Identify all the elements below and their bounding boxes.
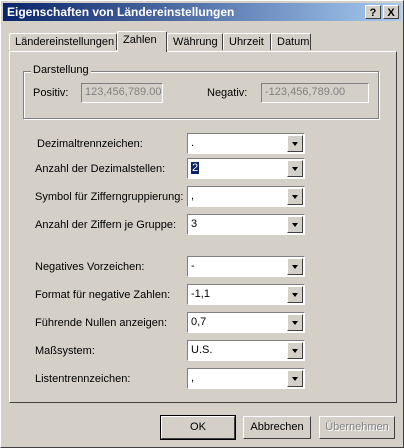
tab-zahlen[interactable]: Zahlen — [117, 31, 167, 52]
chevron-down-icon[interactable] — [287, 342, 303, 359]
negative-number-format-value: -1,1 — [191, 288, 210, 300]
tab-uhrzeit[interactable]: Uhrzeit — [223, 33, 271, 50]
setting-label-measurement-system: Maßsystem: — [35, 345, 95, 357]
setting-label-negative-number-format: Format für negative Zahlen: — [35, 289, 171, 301]
chevron-down-icon[interactable] — [287, 286, 303, 303]
cancel-button[interactable]: Abbrechen — [243, 416, 311, 439]
digits-per-group-value: 3 — [191, 218, 198, 230]
apply-button[interactable]: Übernehmen — [319, 416, 395, 439]
positive-preview-field: 123,456,789.00 — [81, 83, 163, 103]
tab-datum[interactable]: Datum — [271, 33, 311, 50]
negative-preview-field: -123,456,789.00 — [261, 83, 369, 103]
setting-label-decimal-places: Anzahl der Dezimalstellen: — [35, 163, 166, 175]
list-separator-select[interactable]: , — [187, 368, 305, 389]
digits-per-group-select[interactable]: 3 — [187, 214, 305, 235]
preview-legend: Darstellung — [31, 64, 91, 76]
decimal-separator-value: . — [191, 137, 195, 149]
chevron-down-icon[interactable] — [287, 216, 303, 233]
negative-sign-value: - — [191, 260, 195, 272]
setting-label-decimal-separator: Dezimaltrennzeichen: — [37, 138, 143, 150]
chevron-down-icon[interactable] — [287, 258, 303, 275]
setting-label-digit-grouping-symbol: Symbol für Zifferngruppierung: — [35, 191, 184, 203]
leading-zeros-value: 0,7 — [191, 316, 207, 328]
measurement-system-value: U.S. — [191, 344, 213, 356]
positive-label: Positiv: — [33, 87, 69, 99]
setting-label-leading-zeros: Führende Nullen anzeigen: — [35, 317, 168, 329]
help-button[interactable]: ? — [365, 5, 381, 19]
leading-zeros-select[interactable]: 0,7 — [187, 312, 305, 333]
dialog-window: Eigenschaften von Ländereinstellungen ? … — [0, 0, 404, 448]
setting-label-list-separator: Listentrennzeichen: — [35, 373, 131, 385]
negative-number-format-select[interactable]: -1,1 — [187, 284, 305, 305]
ok-button[interactable]: OK — [160, 415, 236, 440]
tab-laendereinstellungen[interactable]: Ländereinstellungen — [9, 33, 117, 50]
close-button[interactable]: X — [383, 5, 399, 19]
window-title: Eigenschaften von Ländereinstellungen — [7, 5, 235, 19]
setting-label-negative-sign: Negatives Vorzeichen: — [35, 261, 145, 273]
negative-label: Negativ: — [207, 87, 248, 99]
negative-sign-select[interactable]: - — [187, 256, 305, 277]
decimal-places-select[interactable]: 2 — [187, 158, 305, 179]
chevron-down-icon[interactable] — [287, 314, 303, 331]
decimal-places-value: 2 — [189, 161, 201, 175]
measurement-system-select[interactable]: U.S. — [187, 340, 305, 361]
digit-grouping-symbol-value: , — [191, 190, 195, 202]
digit-grouping-symbol-select[interactable]: , — [187, 186, 305, 207]
chevron-down-icon[interactable] — [287, 188, 303, 205]
chevron-down-icon[interactable] — [287, 160, 303, 177]
list-separator-value: , — [191, 372, 195, 384]
setting-label-digits-per-group: Anzahl der Ziffern je Gruppe: — [35, 219, 177, 231]
chevron-down-icon[interactable] — [287, 135, 303, 152]
chevron-down-icon[interactable] — [287, 370, 303, 387]
title-bar[interactable]: Eigenschaften von Ländereinstellungen ? … — [3, 3, 401, 21]
tab-waehrung[interactable]: Währung — [167, 33, 223, 50]
decimal-separator-select[interactable]: . — [187, 133, 305, 154]
